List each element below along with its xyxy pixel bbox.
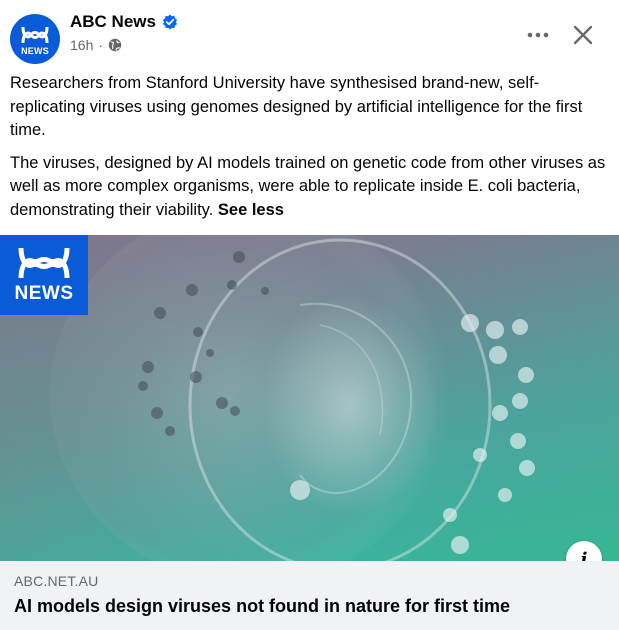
globe-icon[interactable]	[108, 38, 122, 52]
more-options-icon	[527, 32, 549, 38]
link-title[interactable]: AI models design viruses not found in na…	[14, 596, 510, 617]
news-logo-label: NEWS	[14, 283, 74, 304]
abc-logo-icon	[18, 247, 70, 279]
link-domain: ABC.NET.AU	[14, 573, 99, 589]
more-options-button[interactable]	[520, 20, 556, 50]
see-less-link[interactable]: See less	[218, 201, 284, 219]
post-header: NEWS ABC News 16h ·	[0, 0, 619, 68]
post-time[interactable]: 16h	[70, 37, 93, 53]
page-avatar[interactable]: NEWS	[10, 14, 60, 64]
post-meta: 16h ·	[70, 37, 122, 53]
post-paragraph-2: The viruses, designed by AI models train…	[10, 152, 610, 223]
link-preview-footer[interactable]: ABC.NET.AU AI models design viruses not …	[0, 561, 619, 630]
abc-news-logo: NEWS	[0, 235, 88, 315]
link-preview-image[interactable]: NEWS	[0, 235, 619, 561]
meta-separator: ·	[98, 37, 104, 53]
verified-badge-icon	[162, 14, 178, 30]
post-paragraph-2-text: The viruses, designed by AI models train…	[10, 153, 606, 219]
close-button[interactable]	[566, 18, 600, 52]
page-name[interactable]: ABC News	[70, 12, 156, 32]
abc-logo-icon	[21, 26, 49, 43]
virus-petri-dish-image	[0, 235, 619, 561]
post-paragraph-1: Researchers from Stanford University hav…	[10, 74, 583, 139]
page-name-row: ABC News	[70, 12, 178, 32]
avatar-label: NEWS	[21, 45, 49, 56]
close-icon	[573, 25, 593, 45]
post-message: Researchers from Stanford University hav…	[10, 72, 610, 231]
